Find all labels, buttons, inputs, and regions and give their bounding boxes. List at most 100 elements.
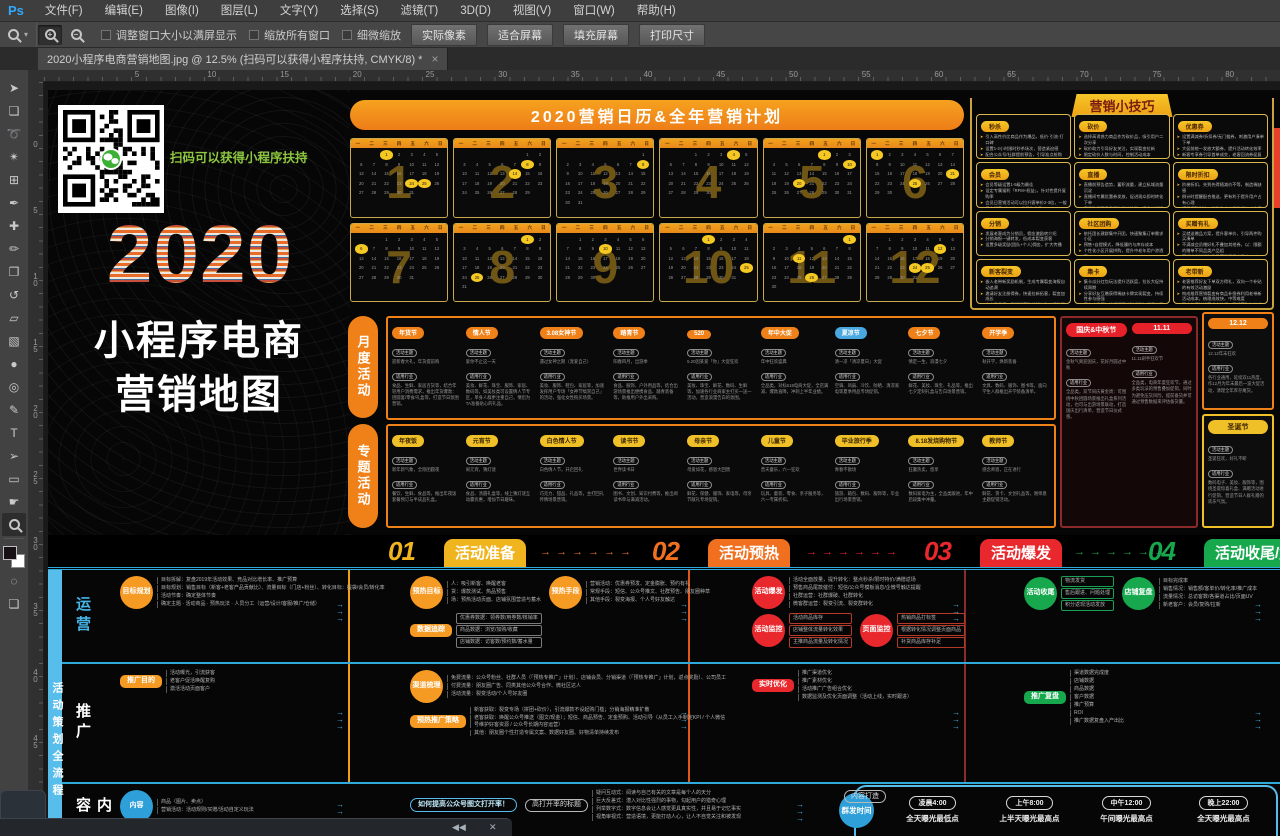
menu-item-文字[interactable]: 文字(Y) (269, 0, 329, 22)
foreground-color[interactable] (3, 546, 17, 560)
festival-card-3.08女神节: 3.08女神节活动主题遇过女神之期（宠爱自己）适用行业美妆、服饰、鞋包、家居等，… (537, 320, 611, 416)
path-selection-tool[interactable]: ➢ (2, 444, 26, 467)
flow-arrow-icon: →→→ (680, 602, 688, 622)
weekday: 六 (940, 225, 945, 231)
month-days: 1234567891011121314151617181920212223242… (557, 233, 653, 285)
day-cell: 17 (405, 254, 418, 264)
eyedropper-tool[interactable]: ✒ (2, 191, 26, 214)
zoom-tool-preset[interactable]: ▾ (0, 22, 37, 47)
menu-item-选择[interactable]: 选择(S) (329, 0, 389, 22)
checkbox-0[interactable] (101, 30, 111, 40)
rewind-icon[interactable]: ◀◀ (452, 822, 466, 833)
day-cell: 26 (805, 273, 818, 283)
options-button-填充屏幕[interactable]: 填充屏幕 (563, 24, 629, 46)
day-cell: 16 (702, 169, 715, 179)
bottom-overlay-strip[interactable]: ◀◀ ✕ (0, 818, 512, 836)
festival-pill: 情人节 (466, 327, 498, 339)
document-tab[interactable]: 2020小程序电商营销地图.jpg @ 12.5% (扫码可以获得小程序扶持, … (38, 48, 448, 70)
menu-item-滤镜[interactable]: 滤镜(T) (390, 0, 450, 22)
dodge-tool[interactable]: ◎ (2, 375, 26, 398)
options-button-实际像素[interactable]: 实际像素 (411, 24, 477, 46)
checkbox-1[interactable] (249, 30, 259, 40)
day-cell: 23 (393, 179, 406, 189)
industry-tag: 适用行业 (835, 373, 860, 381)
marquee-tool[interactable]: ❏ (2, 99, 26, 122)
eraser-tool[interactable]: ▱ (2, 306, 26, 329)
month-days: 1234567891011121314151617181920212223242… (764, 148, 860, 200)
menu-item-视图[interactable]: 视图(V) (502, 0, 562, 22)
zoom-out-button[interactable]: − (64, 25, 88, 45)
day-cell: 5 (740, 150, 753, 160)
mindmap-node-推广目的: 推广目的 (120, 675, 162, 688)
move-tool[interactable]: ➤ (2, 76, 26, 99)
menu-item-编辑[interactable]: 编辑(E) (94, 0, 154, 22)
flow-cell: 活动爆发活动全面放量，提升转化：整点秒杀/限时特价/满赠返场预售商品尾款催付：短… (752, 574, 1012, 660)
brush-tool[interactable]: ✏ (2, 237, 26, 260)
menu-item-帮助[interactable]: 帮助(H) (626, 0, 687, 22)
weekday: 二 (369, 225, 374, 231)
quick-mask-button[interactable]: ◌ (2, 569, 26, 592)
day-cell: 18 (793, 263, 806, 273)
quick-selection-tool[interactable]: ✴ (2, 145, 26, 168)
menu-item-文件[interactable]: 文件(F) (34, 0, 94, 22)
lasso-tool[interactable]: ➰ (2, 122, 26, 145)
tip-card-买赠有礼: 买赠有礼➤买就送赠品方案，提升客单价，引导两件购买凑单➤不满减会员赠好礼不叠加其… (1173, 211, 1268, 256)
day-cell: 17 (843, 169, 856, 179)
weekday: 五 (617, 141, 622, 147)
mindmap-node-活动收尾: 活动收尾 (1024, 577, 1057, 610)
day-cell: 10 (780, 254, 793, 264)
qr-code (58, 105, 164, 213)
hruler-tick: 20 (353, 70, 362, 79)
checkbox-2[interactable] (342, 30, 352, 40)
day-cell: 7 (561, 244, 574, 254)
gradient-tool[interactable]: ▧ (2, 329, 26, 352)
day-cell: 26 (921, 179, 934, 189)
crop-tool[interactable]: ⊞ (2, 168, 26, 191)
festival-pill: 毕业旅行季 (835, 435, 879, 447)
mindmap-node-预热推广策略: 预热推广策略 (410, 715, 466, 728)
options-button-打印尺寸[interactable]: 打印尺寸 (639, 24, 705, 46)
day-cell: 28 (831, 273, 844, 283)
pen-tool[interactable]: ✎ (2, 398, 26, 421)
type-tool[interactable]: T (2, 421, 26, 444)
menu-item-窗口[interactable]: 窗口(W) (562, 0, 626, 22)
blur-tool[interactable]: ● (2, 352, 26, 375)
day-cell: 29 (521, 273, 534, 283)
tab-close-icon[interactable]: × (431, 52, 438, 66)
mindmap-items: 推广渠道优化推广素材优化活动推广广告组合优化数据监测及优化页面调整（活动上线，实… (798, 670, 912, 701)
zoom-tool[interactable] (2, 513, 26, 536)
horizontal-ruler[interactable]: 5101520253035404550556065707580 (44, 70, 1280, 82)
vertical-ruler[interactable]: 051015202530354045 (29, 82, 44, 836)
bottom-overlay-tab[interactable] (0, 790, 46, 819)
history-brush-tool[interactable]: ↺ (2, 283, 26, 306)
day-cell: 19 (483, 179, 496, 189)
hruler-tick: 10 (207, 70, 216, 79)
healing-brush-tool[interactable]: ✚ (2, 214, 26, 237)
menu-item-图层[interactable]: 图层(L) (210, 0, 269, 22)
menu-item-图像[interactable]: 图像(I) (154, 0, 210, 22)
menu-item-3D[interactable]: 3D(D) (449, 0, 502, 22)
day-cell: 8 (871, 160, 884, 170)
day-cell: 28 (509, 273, 522, 283)
vruler-tick: 40 (31, 668, 40, 682)
shape-tool[interactable]: ▭ (2, 467, 26, 490)
day-cell: 1 (521, 235, 534, 245)
day-cell: 28 (368, 188, 381, 198)
day-cell: 1 (380, 150, 393, 160)
mindmap-node-预热手段: 预热手段 (549, 576, 582, 609)
hand-tool[interactable]: ☛ (2, 490, 26, 513)
mindmap-item: 优惠券数据：领券数/用券数/核销率 (456, 613, 542, 624)
document-canvas[interactable]: 扫码可以获得小程序扶持 2020 小程序电商 营销地图 2020营销日历&全年营… (44, 82, 1280, 836)
color-swatches[interactable] (2, 545, 26, 569)
day-cell: 15 (690, 169, 703, 179)
flow-arrow-icon: →→→ (952, 602, 960, 622)
flow-cell: 实时优化推广渠道优化推广素材优化活动推广广告组合优化数据监测及优化页面调整（活动… (752, 668, 1012, 780)
close-icon[interactable]: ✕ (489, 822, 497, 833)
festival-industry: 美妆、服饰、鞋包、家居等，加速发挥用户专场「女神节犒赏自己」的活动，强化女性购买… (540, 383, 608, 402)
vruler-tick: 20 (31, 404, 40, 418)
options-button-适合屏幕[interactable]: 适合屏幕 (487, 24, 553, 46)
screen-mode-button[interactable]: ❏ (2, 592, 26, 615)
festival-pill: 读书节 (613, 435, 645, 447)
clone-stamp-tool[interactable]: ❐ (2, 260, 26, 283)
zoom-in-button[interactable]: + (38, 25, 62, 45)
